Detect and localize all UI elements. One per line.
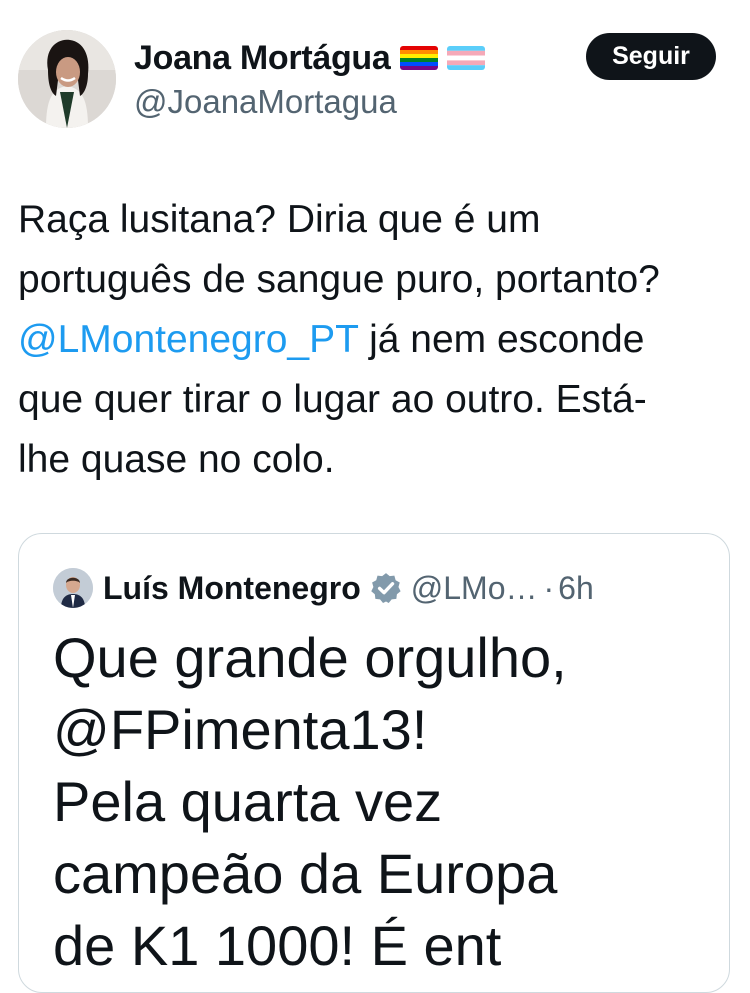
quoted-tweet-text: Que grande orgulho, @FPimenta13! Pela quar…	[53, 622, 729, 982]
tweet-text-line: que quer tirar o lugar ao outro. Está-	[18, 370, 733, 430]
tweet-text-segment: já nem esconde	[358, 318, 645, 361]
mention-link[interactable]: @LMontenegro_PT	[18, 318, 358, 361]
quoted-author-name[interactable]: Luís Montenegro	[103, 570, 361, 607]
quoted-tweet-text-line: Pela quarta vez	[53, 770, 443, 833]
tweet-header: Joana Mortágua @JoanaMortagua Seguir	[0, 0, 750, 140]
tweet-text-line: Raça lusitana? Diria que é um	[18, 190, 733, 250]
author-handle[interactable]: @JoanaMortagua	[134, 83, 397, 121]
author-avatar-image	[18, 30, 116, 128]
quoted-tweet-text-line: de K1 1000! É ent	[53, 914, 502, 977]
tweet-text-line: @LMontenegro_PT já nem esconde	[18, 310, 733, 370]
quoted-author-avatar[interactable]	[53, 568, 93, 608]
author-name-row: Joana Mortágua	[134, 36, 485, 80]
rainbow-pride-flag-icon	[399, 46, 438, 70]
follow-button[interactable]: Seguir	[586, 33, 716, 80]
tweet-text: Raça lusitana? Diria que é um português d…	[18, 190, 733, 490]
quoted-tweet[interactable]: Luís Montenegro @LMo… · 6h Que grande or…	[18, 533, 730, 993]
quoted-author-handle[interactable]: @LMo…	[411, 570, 538, 607]
quoted-tweet-text-line: @FPimenta13!	[53, 698, 428, 761]
tweet-text-line: lhe quase no colo.	[18, 430, 733, 490]
quoted-tweet-time[interactable]: 6h	[558, 570, 594, 607]
quoted-tweet-text-line: Que grande orgulho,	[53, 626, 567, 689]
tweet-text-segment: português de sangue puro, portanto?	[18, 258, 660, 301]
tweet-text-segment: Raça lusitana? Diria que é um	[18, 198, 541, 241]
author-display-name[interactable]: Joana Mortágua	[134, 39, 391, 78]
quoted-tweet-text-line: campeão da Europa	[53, 842, 558, 905]
author-avatar[interactable]	[18, 30, 116, 128]
tweet-text-segment: que quer tirar o lugar ao outro. Está-	[18, 378, 647, 421]
transgender-flag-icon	[446, 46, 485, 70]
tweet-text-segment: lhe quase no colo.	[18, 438, 335, 481]
quoted-tweet-header: Luís Montenegro @LMo… · 6h	[53, 566, 594, 610]
tweet-text-line: português de sangue puro, portanto?	[18, 250, 733, 310]
separator-dot: ·	[543, 569, 555, 606]
verified-badge-icon	[369, 571, 403, 605]
